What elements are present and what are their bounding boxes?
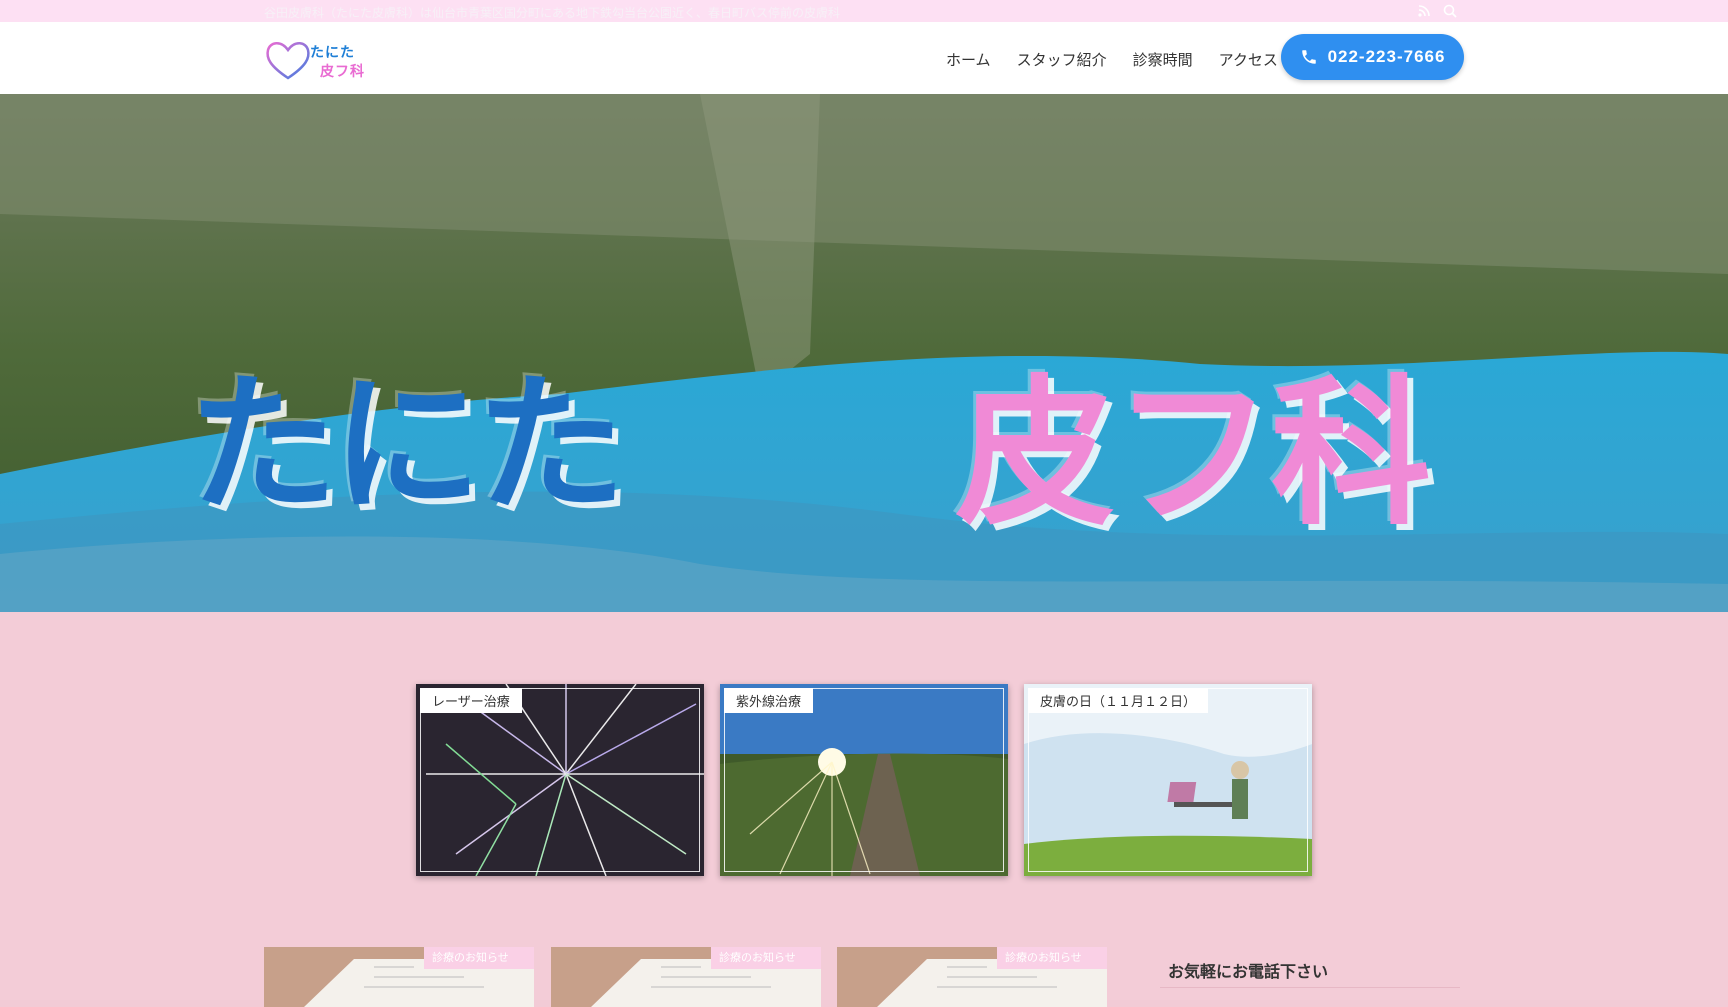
sidebar-widget-title: お気軽にお電話下さい	[1168, 962, 1329, 981]
top-notice-bar: 谷田皮膚科（たにた皮膚科）は仙台市青葉区国分町にある地下鉄勾当台公園近く、春日町…	[0, 0, 1728, 22]
logo-text-line1: たにた	[310, 45, 355, 61]
hero-banner: たにた 皮フ科	[0, 94, 1728, 612]
search-icon[interactable]	[1442, 3, 1458, 19]
post-card[interactable]: 診療のお知らせ	[551, 947, 821, 1007]
rss-icon[interactable]	[1416, 3, 1432, 19]
phone-icon	[1301, 50, 1316, 64]
nav-hours[interactable]: 診察時間	[1133, 49, 1193, 70]
post-category-badge[interactable]: 診療のお知らせ	[997, 947, 1107, 969]
post-card[interactable]: 診療のお知らせ	[264, 947, 534, 1007]
hero-title-department: 皮フ科	[955, 360, 1431, 547]
nav-staff[interactable]: スタッフ紹介	[1017, 49, 1107, 70]
logo-text-line2: 皮フ科	[320, 64, 365, 80]
site-logo[interactable]: たにた 皮フ科	[264, 38, 374, 82]
card-frame	[724, 688, 1004, 872]
post-category-badge[interactable]: 診療のお知らせ	[424, 947, 534, 969]
card-frame	[1028, 688, 1308, 872]
nav-home[interactable]: ホーム	[946, 49, 991, 70]
site-header: たにた 皮フ科 ホーム スタッフ紹介 診察時間 アクセス 022-223-766…	[0, 22, 1728, 94]
widget-divider	[1160, 987, 1460, 988]
phone-number: 022-223-7666	[1327, 47, 1446, 66]
heart-logo-icon	[266, 42, 310, 80]
feature-card-uv[interactable]: 紫外線治療	[720, 684, 1008, 876]
phone-button[interactable]: 022-223-7666	[1281, 34, 1464, 80]
feature-card-laser[interactable]: レーザー治療	[416, 684, 704, 876]
feature-card-skin-day[interactable]: 皮膚の日（１１月１２日）	[1024, 684, 1312, 876]
post-card[interactable]: 診療のお知らせ	[837, 947, 1107, 1007]
post-category-badge[interactable]: 診療のお知らせ	[711, 947, 821, 969]
nav-access[interactable]: アクセス	[1219, 49, 1278, 70]
main-nav: ホーム スタッフ紹介 診察時間 アクセス	[946, 49, 1278, 70]
hero-title-clinic-name: たにた	[188, 359, 626, 533]
card-frame	[420, 688, 700, 872]
feature-label: 紫外線治療	[724, 688, 814, 713]
feature-label: レーザー治療	[420, 688, 522, 713]
site-description: 谷田皮膚科（たにた皮膚科）は仙台市青葉区国分町にある地下鉄勾当台公園近く、春日町…	[264, 6, 841, 20]
feature-label: 皮膚の日（１１月１２日）	[1028, 688, 1209, 713]
